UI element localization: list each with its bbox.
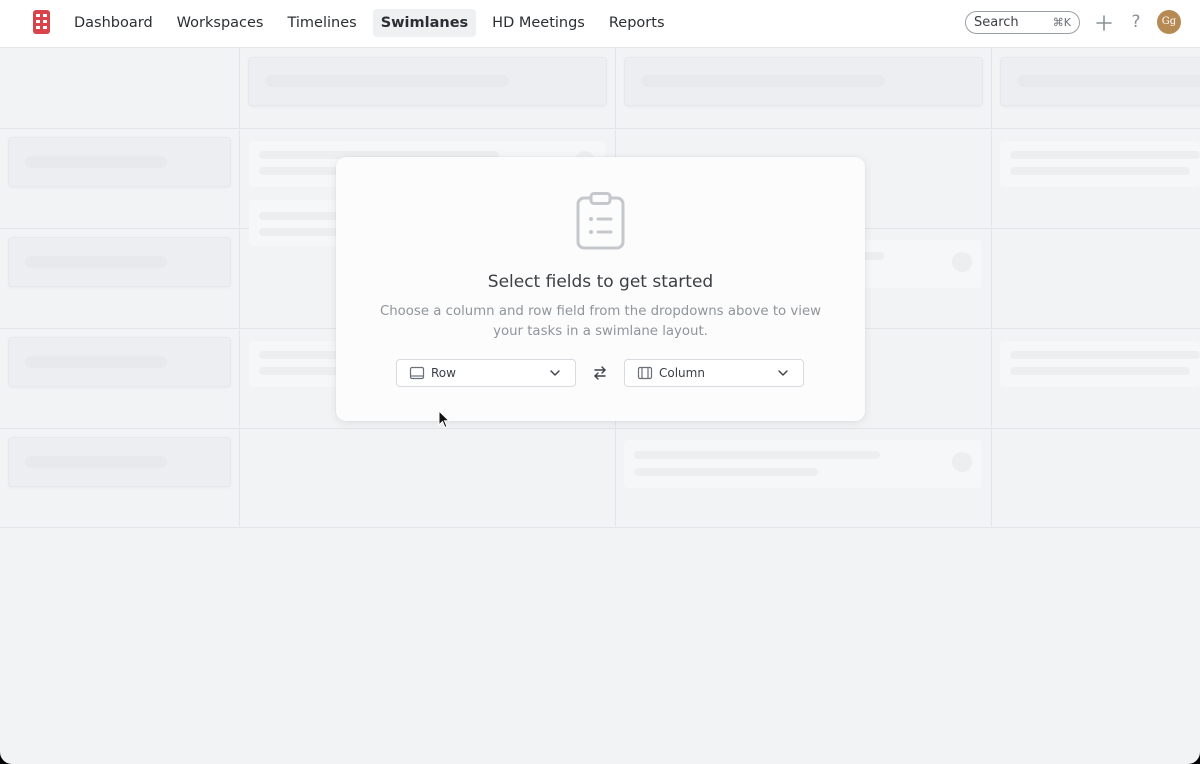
skeleton-row-header	[8, 437, 231, 487]
nav-swimlanes[interactable]: Swimlanes	[372, 9, 477, 37]
main-nav: Dashboard Workspaces Timelines Swimlanes…	[66, 8, 681, 38]
chevron-down-icon	[778, 370, 788, 376]
dialog-title: Select fields to get started	[487, 272, 714, 292]
skeleton-card	[624, 440, 981, 488]
search-shortcut: ⌘K	[1052, 16, 1071, 29]
skeleton-card	[1000, 341, 1200, 387]
skeleton-card	[1000, 141, 1200, 187]
chevron-down-icon	[550, 370, 560, 376]
clipboard-list-icon	[576, 192, 625, 250]
nav-dashboard[interactable]: Dashboard	[66, 9, 161, 37]
select-fields-dialog: Select fields to get started Choose a co…	[336, 157, 865, 421]
skeleton-column-header	[248, 57, 607, 106]
search-button[interactable]: Search ⌘K	[965, 11, 1080, 34]
column-field-select[interactable]: Column	[624, 359, 804, 387]
nav-reports[interactable]: Reports	[601, 9, 673, 37]
column-layout-icon	[637, 366, 653, 380]
skeleton-column-header	[624, 57, 983, 106]
app-window: Dashboard Workspaces Timelines Swimlanes…	[0, 0, 1200, 764]
row-select-value: Row	[431, 366, 456, 380]
top-navigation-bar: Dashboard Workspaces Timelines Swimlanes…	[0, 0, 1200, 48]
skeleton-column-header	[1000, 57, 1200, 106]
plus-icon[interactable]	[1095, 14, 1113, 32]
skeleton-row-header	[8, 137, 231, 187]
skeleton-row-header	[8, 337, 231, 387]
swap-arrows-icon[interactable]	[592, 365, 608, 381]
nav-timelines[interactable]: Timelines	[279, 9, 364, 37]
search-label: Search	[974, 15, 1019, 30]
nav-workspaces[interactable]: Workspaces	[169, 9, 272, 37]
skeleton-row-header	[8, 237, 231, 287]
app-logo-icon[interactable]	[33, 10, 50, 34]
dialog-description: Choose a column and row field from the d…	[379, 304, 822, 339]
row-layout-icon	[409, 366, 425, 380]
help-icon[interactable]: ?	[1128, 11, 1144, 33]
row-field-select[interactable]: Row	[396, 359, 576, 387]
column-select-value: Column	[659, 366, 705, 380]
mouse-pointer-icon	[438, 410, 450, 429]
nav-hd-meetings[interactable]: HD Meetings	[484, 9, 593, 37]
avatar[interactable]: Gg	[1157, 10, 1181, 34]
